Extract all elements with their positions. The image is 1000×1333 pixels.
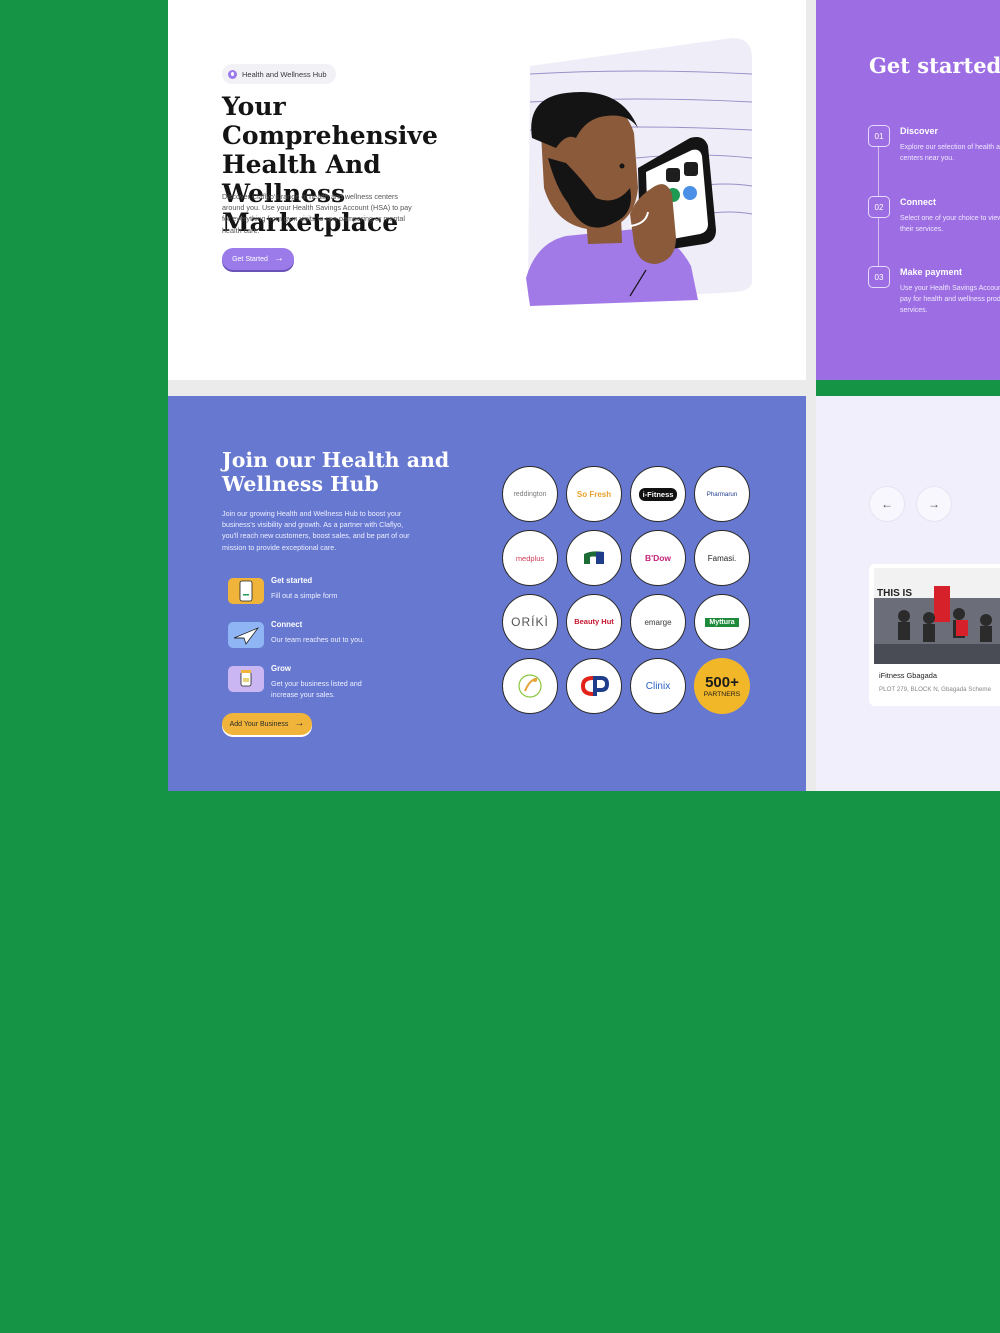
feature-get-started: Get started Fill out a simple form bbox=[228, 576, 428, 610]
feature-title: Get started bbox=[271, 576, 313, 585]
join-title: Join our Health and Wellness Hub bbox=[222, 448, 450, 496]
hub-badge-label: Health and Wellness Hub bbox=[242, 69, 327, 79]
get-started-label: Get Started bbox=[232, 255, 268, 263]
hub-badge: Health and Wellness Hub bbox=[222, 64, 336, 84]
feature-description: Our team reaches out to you. bbox=[271, 635, 365, 644]
listing-address: PLOT 279, BLOCK N, Gbagada Scheme bbox=[879, 686, 992, 693]
feature-title: Connect bbox=[271, 620, 303, 629]
join-description: Join our growing Health and Wellness Hub… bbox=[222, 509, 410, 552]
partner-logo-myttura: Myttura bbox=[694, 594, 750, 650]
feature-title: Grow bbox=[271, 664, 291, 673]
partner-logo-so-fresh: So Fresh bbox=[566, 466, 622, 522]
step-description-line: pay for health and wellness products and bbox=[900, 296, 1000, 303]
partner-logo-emarge: emarge bbox=[630, 594, 686, 650]
step-number: 03 bbox=[868, 266, 890, 288]
partner-logo-leaf bbox=[502, 658, 558, 714]
partner-logo-green-mark bbox=[566, 530, 622, 586]
partner-name: emarge bbox=[644, 617, 672, 627]
partner-logo-bdow: B'Dow bbox=[630, 530, 686, 586]
feature-grow: Grow Get your business listed and increa… bbox=[228, 664, 428, 699]
partners-count-badge: 500+ PARTNERS bbox=[694, 658, 750, 714]
feature-connect: Connect Our team reaches out to you. bbox=[228, 620, 428, 654]
partners-label: PARTNERS bbox=[703, 690, 741, 698]
listing-card[interactable]: THIS IS iFitness Gbagada PLOT 279, BLOCK… bbox=[869, 564, 1000, 706]
leaf-person-icon bbox=[518, 674, 542, 698]
partner-name: ORÍKÌ bbox=[511, 615, 549, 629]
step-description-line: Select one of your choice to view bbox=[900, 215, 1000, 222]
column-divider bbox=[806, 0, 816, 791]
add-business-label: Add Your Business bbox=[229, 720, 289, 728]
step-description-line: centers near you. bbox=[900, 155, 955, 162]
partner-name: Beauty Hut bbox=[574, 617, 614, 626]
step-description: Explore our selection of health and well… bbox=[900, 142, 1000, 164]
partner-name: Pharmarun bbox=[706, 490, 738, 498]
steps-title: Get started in easy steps... bbox=[869, 53, 1000, 78]
partner-logo-pharmarun: Pharmarun bbox=[694, 466, 750, 522]
step-description-line: services. bbox=[900, 307, 928, 314]
partner-name: B'Dow bbox=[644, 553, 672, 563]
arrow-right-icon: → bbox=[273, 253, 284, 264]
green-mark-icon bbox=[584, 551, 604, 564]
partner-logo-ifitness: i-Fitness bbox=[630, 466, 686, 522]
get-started-button[interactable]: Get Started → bbox=[222, 248, 294, 270]
partner-name: i-Fitness bbox=[638, 487, 678, 501]
step-title: Connect bbox=[900, 197, 936, 207]
partner-name: reddington bbox=[513, 490, 547, 498]
step-number: 01 bbox=[868, 125, 890, 147]
feature-description: Fill out a simple form bbox=[271, 591, 338, 600]
partners-count: 500+ bbox=[705, 673, 739, 691]
arrow-left-icon: ← bbox=[881, 497, 893, 511]
form-phone-icon bbox=[228, 578, 264, 604]
partner-name: So Fresh bbox=[576, 489, 612, 499]
cp-logo-icon bbox=[580, 676, 609, 696]
step-description-line: their services. bbox=[900, 226, 944, 233]
partner-logo-clinix: Clinix bbox=[630, 658, 686, 714]
listing-section: ← → THIS IS iFitness Gbagada PLOT 279, B… bbox=[816, 396, 1000, 791]
partner-logo-famasi: Famasi. bbox=[694, 530, 750, 586]
man-with-phone-illustration bbox=[526, 38, 753, 306]
step-description: Use your Health Savings Account (HSA) to… bbox=[900, 283, 1000, 316]
gym-photo: THIS IS bbox=[874, 568, 1000, 664]
section-divider bbox=[168, 380, 816, 396]
partner-logo-cp bbox=[566, 658, 622, 714]
partner-logo-beauty-hut: Beauty Hut bbox=[566, 594, 622, 650]
photo-wall-text: THIS IS bbox=[877, 588, 912, 599]
partner-name: Myttura bbox=[705, 617, 739, 627]
partner-logo-reddington: reddington bbox=[502, 466, 558, 522]
partner-name: medplus bbox=[515, 553, 545, 563]
step-title: Make payment bbox=[900, 267, 963, 277]
paper-plane-icon bbox=[228, 622, 264, 648]
step-description: Select one of your choice to view their … bbox=[900, 213, 1000, 235]
hero-description: Discover Claflyo's range of health and w… bbox=[222, 192, 412, 235]
step-description-line: Explore our selection of health and well… bbox=[900, 144, 1000, 151]
next-button[interactable]: → bbox=[916, 486, 952, 522]
partner-logo-oriki: ORÍKÌ bbox=[502, 594, 558, 650]
prev-button[interactable]: ← bbox=[869, 486, 905, 522]
steps-section: Get started in easy steps... 01 Discover… bbox=[816, 0, 1000, 380]
arrow-right-icon: → bbox=[294, 718, 305, 729]
step-description-line: Use your Health Savings Account (HSA) to bbox=[900, 285, 1000, 292]
arrow-right-icon: → bbox=[928, 497, 940, 511]
feature-description: Get your business listed and increase yo… bbox=[271, 679, 362, 699]
partner-name: Famasi. bbox=[707, 553, 737, 563]
join-hub-section: Join our Health and Wellness Hub Join ou… bbox=[168, 396, 806, 791]
partner-name: Clinix bbox=[645, 680, 671, 692]
listing-name: iFitness Gbagada bbox=[879, 671, 937, 680]
step-title: Discover bbox=[900, 126, 939, 136]
badge-dot-icon bbox=[228, 69, 237, 79]
step-number: 02 bbox=[868, 196, 890, 218]
jar-icon bbox=[228, 666, 264, 692]
add-your-business-button[interactable]: Add Your Business → bbox=[222, 713, 312, 735]
partner-logo-medplus: medplus bbox=[502, 530, 558, 586]
